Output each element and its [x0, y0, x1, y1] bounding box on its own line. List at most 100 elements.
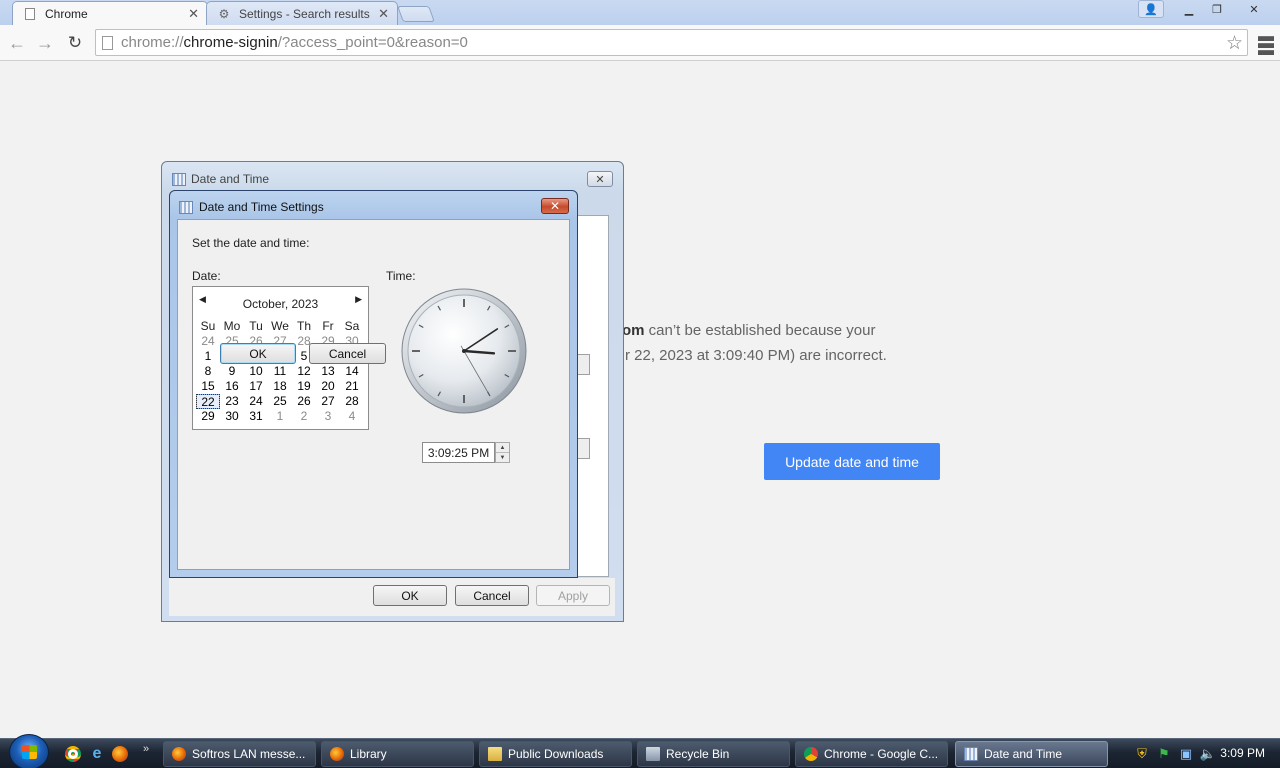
taskbar-item-public-downloads[interactable]: Public Downloads — [479, 741, 632, 767]
calendar-day[interactable]: 2 — [292, 409, 316, 424]
dialog-title: Date and Time Settings — [199, 200, 324, 214]
calendar-day[interactable]: 26 — [292, 394, 316, 409]
taskbar-clock[interactable]: 3:09 PM — [1220, 746, 1265, 760]
weekday-header: Th — [296, 319, 311, 333]
calendar-day[interactable]: 15 — [196, 379, 220, 394]
url-host: chrome-signin — [183, 34, 278, 51]
firefox-icon — [172, 747, 186, 761]
cancel-button[interactable]: Cancel — [455, 585, 529, 606]
menu-icon[interactable]: ▬ ▬ ▬ — [1258, 29, 1274, 59]
time-spinner[interactable]: ▲ ▼ — [495, 442, 510, 463]
close-icon[interactable]: ✕ — [587, 171, 613, 187]
calendar-day[interactable]: 16 — [220, 379, 244, 394]
calendar-day[interactable]: 30 — [220, 409, 244, 424]
calendar-day[interactable]: 27 — [316, 394, 340, 409]
analog-clock — [401, 288, 527, 414]
recycle-bin-icon — [646, 747, 660, 761]
firefox-icon[interactable] — [112, 746, 128, 762]
taskbar-item-date-time[interactable]: Date and Time — [955, 741, 1108, 767]
date-time-icon — [172, 173, 186, 186]
taskbar-item-chrome[interactable]: Chrome - Google C... — [795, 741, 948, 767]
minimize-icon[interactable]: ▁ — [1176, 0, 1202, 18]
calendar-day[interactable]: 1 — [196, 349, 220, 364]
apply-button[interactable]: Apply — [536, 585, 610, 606]
calendar-day[interactable]: 12 — [292, 364, 316, 379]
calendar-day[interactable]: 19 — [292, 379, 316, 394]
volume-icon[interactable]: 🔈 — [1200, 746, 1216, 762]
calendar-day[interactable]: 22 — [196, 394, 220, 409]
security-shield-icon[interactable]: ⛨ — [1134, 746, 1150, 762]
calendar-day[interactable]: 18 — [268, 379, 292, 394]
restore-icon[interactable]: ❐ — [1204, 0, 1230, 18]
internet-explorer-icon[interactable]: e — [89, 746, 105, 762]
calendar-day[interactable]: 24 — [244, 394, 268, 409]
quick-launch-more-icon[interactable]: » — [143, 743, 149, 755]
cancel-button[interactable]: Cancel — [309, 343, 386, 364]
start-button[interactable] — [9, 734, 49, 768]
calendar-day[interactable]: 24 — [196, 334, 220, 349]
calendar-day[interactable]: 1 — [268, 409, 292, 424]
calendar-day[interactable]: 28 — [340, 394, 364, 409]
update-date-time-button[interactable]: Update date and time — [764, 443, 940, 480]
window-close-icon[interactable]: ✕ — [1232, 0, 1276, 18]
calendar-month-label[interactable]: October, 2023 — [193, 297, 368, 311]
network-icon[interactable]: ▣ — [1178, 746, 1194, 762]
tab-title: Chrome — [45, 6, 88, 21]
calendar-day[interactable]: 23 — [220, 394, 244, 409]
calendar-day[interactable]: 3 — [316, 409, 340, 424]
calendar-day[interactable]: 13 — [316, 364, 340, 379]
ok-button[interactable]: OK — [373, 585, 447, 606]
page-icon — [102, 35, 113, 50]
calendar-day[interactable]: 11 — [268, 364, 292, 379]
calendar-day[interactable]: 10 — [244, 364, 268, 379]
taskbar-item-label: Library — [350, 747, 387, 761]
tab-strip: Chrome ✕ ⚙ Settings - Search results ✕ 👤… — [0, 0, 1280, 25]
address-bar[interactable]: chrome://chrome-signin/?access_point=0&r… — [95, 29, 1248, 56]
forward-arrow-icon[interactable]: → — [34, 32, 56, 54]
calendar-day[interactable]: 17 — [244, 379, 268, 394]
profile-icon[interactable]: 👤 — [1138, 0, 1164, 18]
bookmark-star-icon[interactable]: ☆ — [1226, 32, 1243, 55]
calendar-grid: SuMoTuWeThFrSa24252627282930123456789101… — [196, 319, 366, 424]
back-arrow-icon[interactable]: ← — [6, 32, 28, 54]
calendar-day[interactable]: 14 — [340, 364, 364, 379]
taskbar-item-softros[interactable]: Softros LAN messe... — [163, 741, 316, 767]
calendar-day[interactable]: 20 — [316, 379, 340, 394]
calendar-day[interactable]: 31 — [244, 409, 268, 424]
action-center-flag-icon[interactable]: ⚑ — [1156, 746, 1172, 762]
firefox-icon — [330, 747, 344, 761]
next-month-arrow-icon[interactable]: ▶ — [355, 294, 362, 305]
reload-icon[interactable]: ↻ — [64, 32, 86, 54]
gear-icon: ⚙ — [218, 6, 230, 21]
time-label: Time: — [386, 269, 416, 283]
new-tab-button[interactable] — [397, 6, 435, 22]
chrome-icon — [804, 747, 818, 761]
tab-close-icon[interactable]: ✕ — [378, 6, 389, 22]
calendar-day[interactable]: 9 — [220, 364, 244, 379]
tab-close-icon[interactable]: ✕ — [188, 6, 199, 22]
date-time-settings-dialog: Date and Time Settings ✕ Set the date an… — [169, 190, 578, 578]
url-scheme: chrome:// — [121, 34, 184, 51]
calendar-day[interactable]: 8 — [196, 364, 220, 379]
tab-chrome[interactable]: Chrome ✕ — [12, 1, 208, 25]
calendar-day[interactable]: 25 — [268, 394, 292, 409]
tab-settings[interactable]: ⚙ Settings - Search results ✕ — [206, 1, 398, 25]
taskbar-item-library[interactable]: Library — [321, 741, 474, 767]
chrome-icon[interactable] — [65, 746, 81, 762]
weekday-header: Mo — [223, 319, 241, 333]
weekday-header: Su — [200, 319, 216, 333]
ok-button[interactable]: OK — [220, 343, 296, 364]
calendar-day[interactable]: 4 — [340, 409, 364, 424]
spin-down-icon[interactable]: ▼ — [496, 453, 509, 462]
calendar-day[interactable]: 29 — [196, 409, 220, 424]
window-controls: 👤 ▁ ❐ ✕ — [1138, 0, 1276, 18]
spin-up-icon[interactable]: ▲ — [496, 443, 509, 453]
close-icon[interactable]: ✕ — [541, 198, 569, 214]
clock-center — [462, 349, 466, 353]
instruction-label: Set the date and time: — [192, 236, 310, 250]
page-icon — [23, 7, 37, 21]
date-time-icon — [179, 201, 193, 214]
taskbar-item-recycle-bin[interactable]: Recycle Bin — [637, 741, 790, 767]
time-input[interactable]: 3:09:25 PM — [422, 442, 495, 463]
calendar-day[interactable]: 21 — [340, 379, 364, 394]
